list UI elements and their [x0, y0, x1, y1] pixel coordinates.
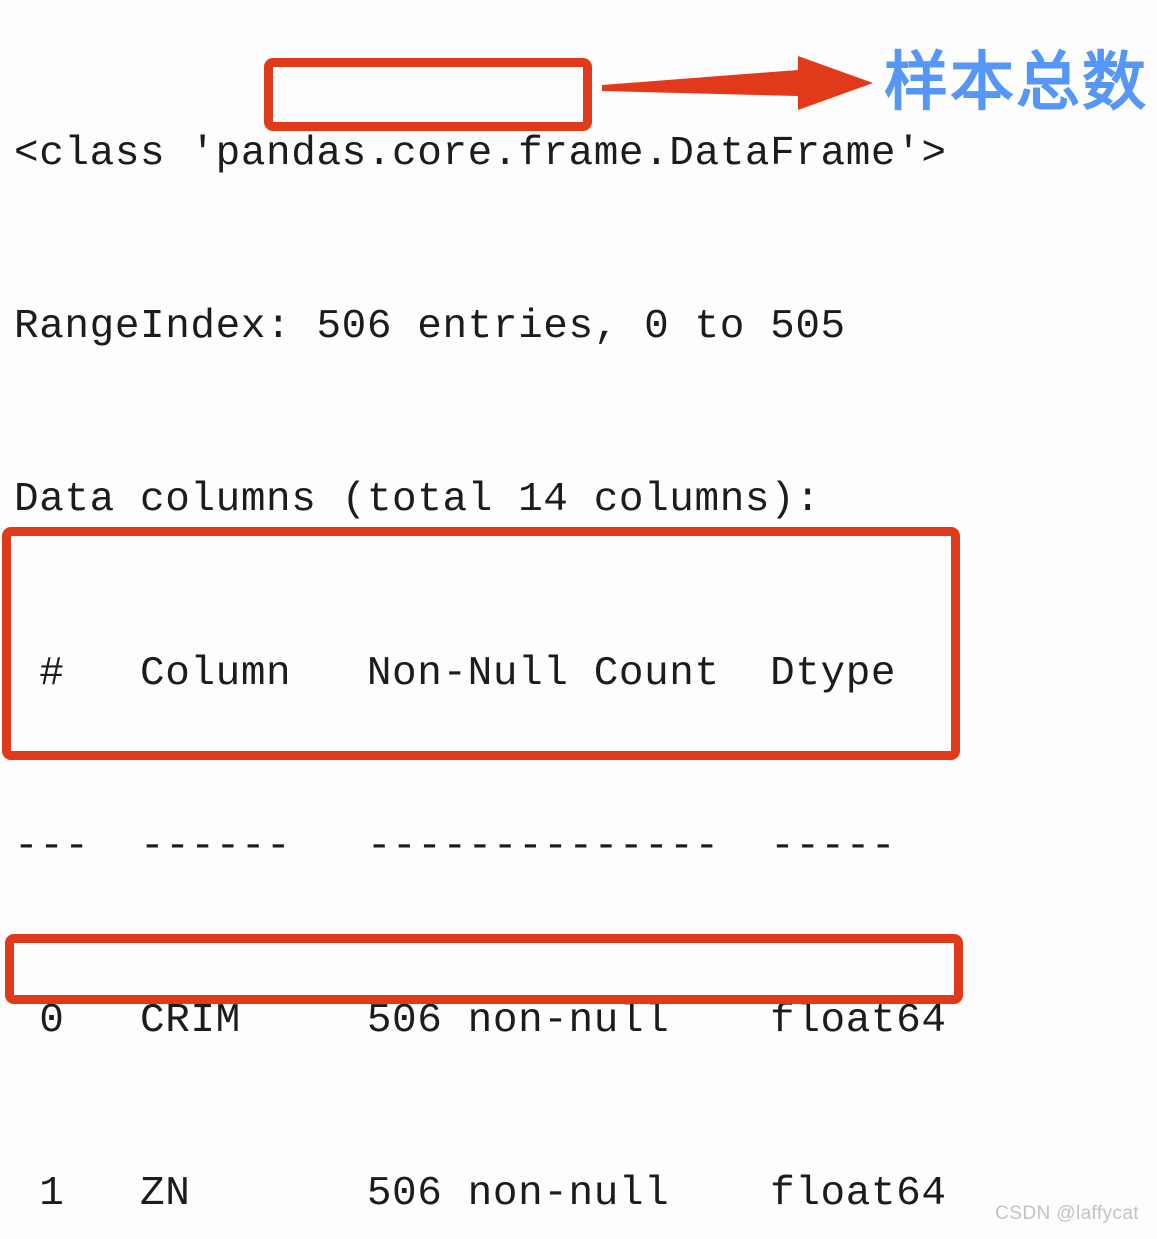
annotation-sample-total-label: 样本总数: [884, 46, 1148, 120]
table-row: 1 ZN 506 non-null float64: [14, 1170, 947, 1217]
table-header-rule: --- ------ -------------- -----: [14, 824, 897, 871]
table-column-headers: # Column Non-Null Count Dtype: [14, 650, 897, 697]
dataframe-info-output: <class 'pandas.core.frame.DataFrame'> Ra…: [0, 0, 1157, 1239]
rangeindex-line: RangeIndex: 506 entries, 0 to 505: [14, 303, 846, 350]
csdn-watermark: CSDN @laffycat: [995, 1203, 1139, 1224]
table-row: 0 CRIM 506 non-null float64: [14, 997, 947, 1044]
data-columns-line: Data columns (total 14 columns):: [14, 477, 821, 524]
screenshot-root: <class 'pandas.core.frame.DataFrame'> Ra…: [0, 0, 1157, 1239]
class-line: <class 'pandas.core.frame.DataFrame'>: [14, 130, 947, 177]
